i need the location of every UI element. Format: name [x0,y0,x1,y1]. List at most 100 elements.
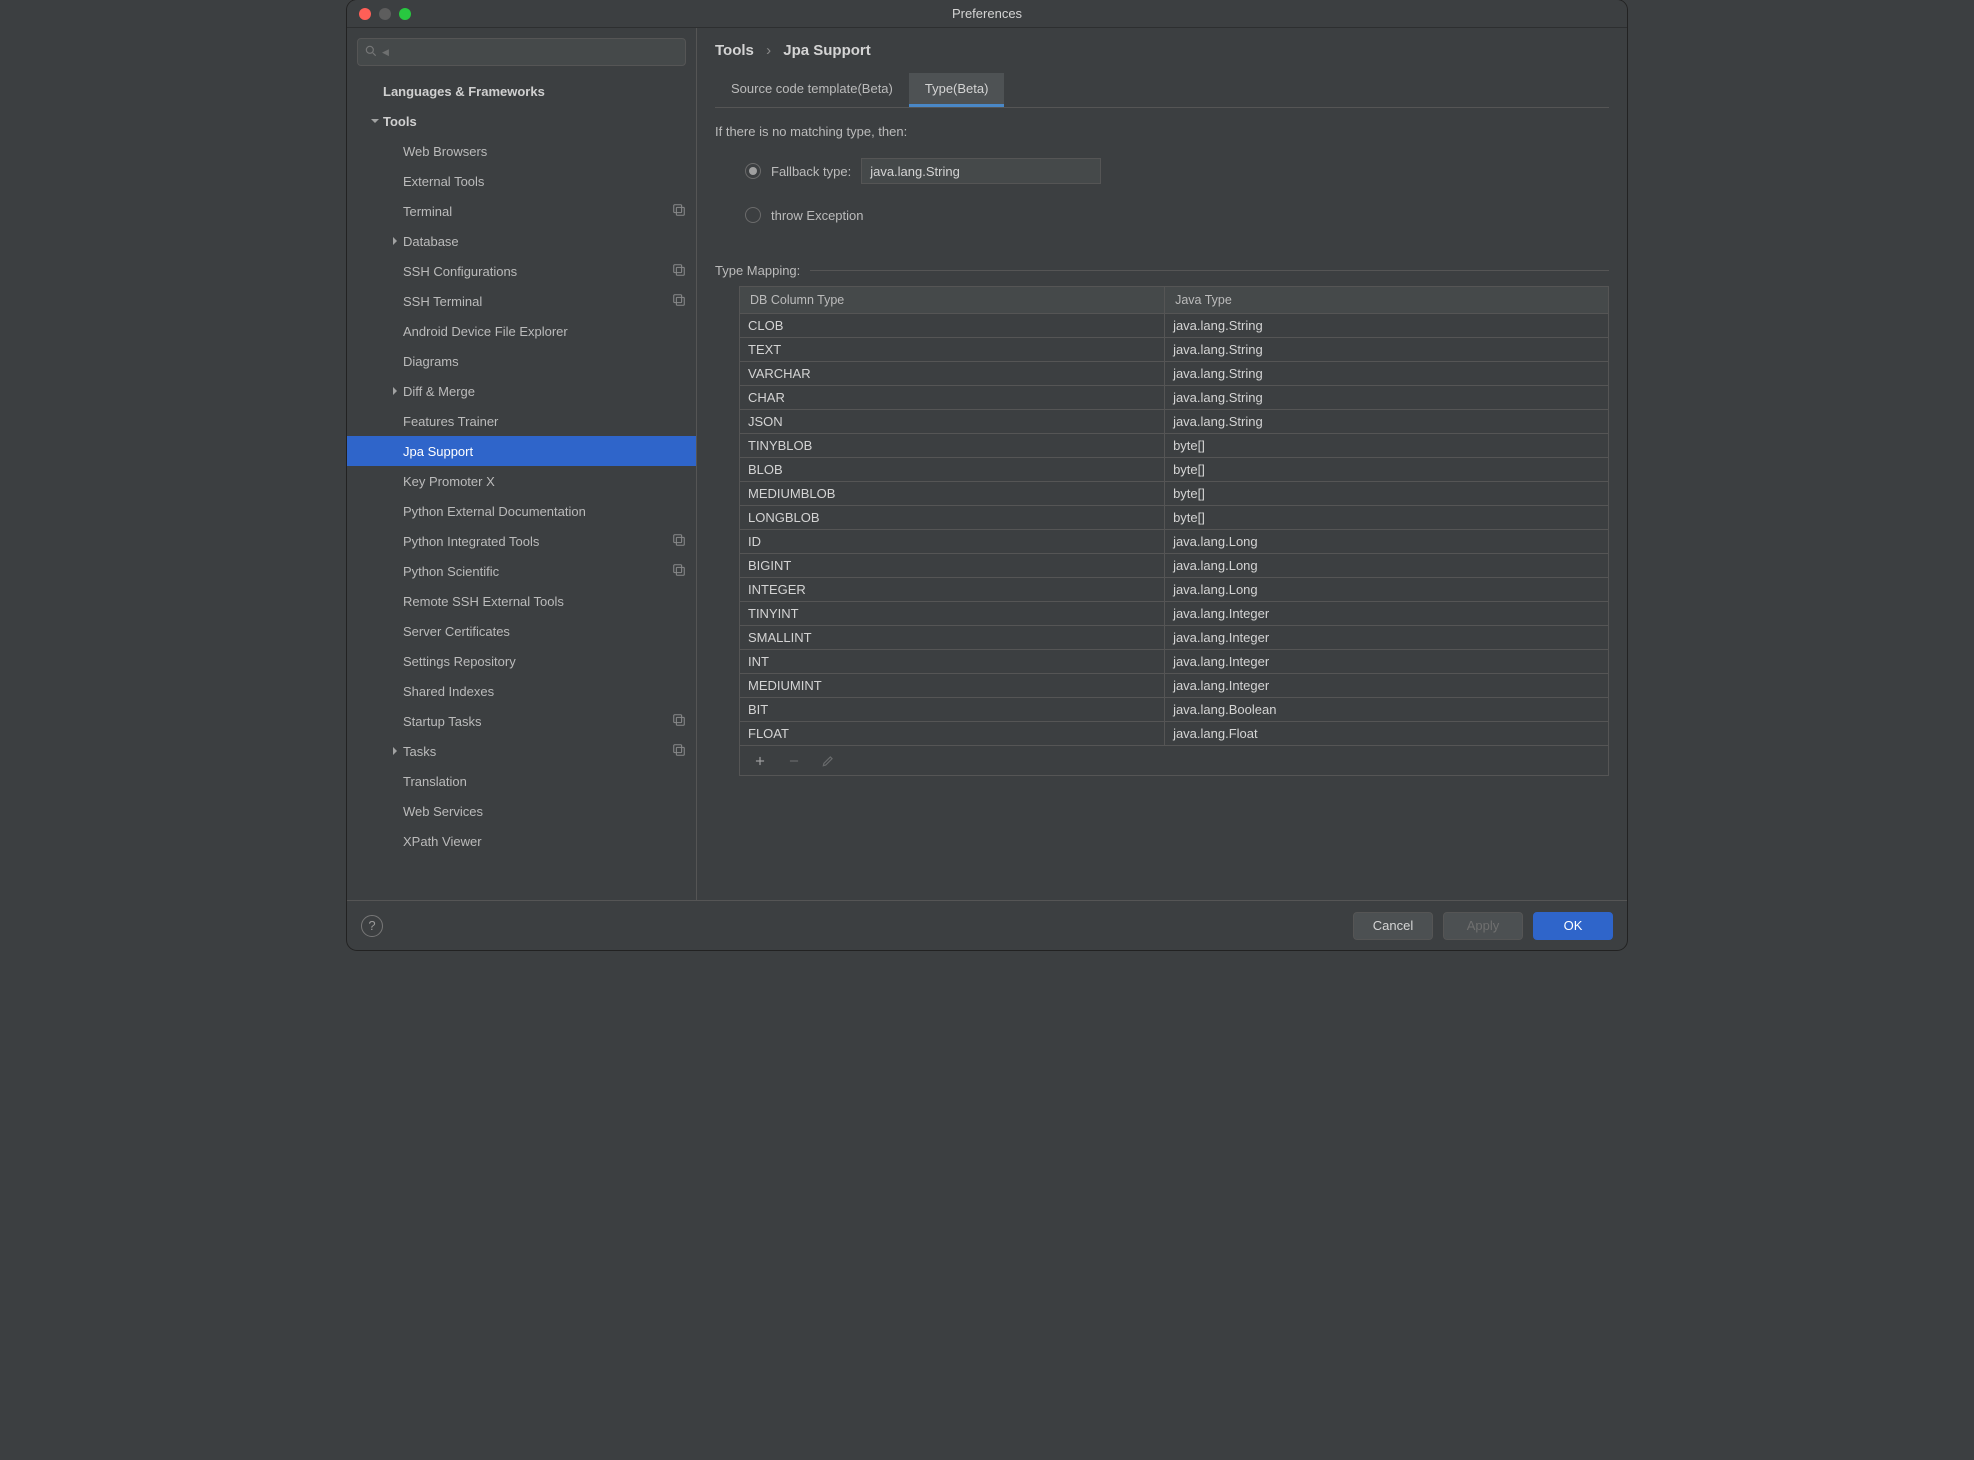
tab-source-code-template-beta-[interactable]: Source code template(Beta) [715,73,909,107]
sidebar-item-python-external-documentation[interactable]: Python External Documentation [347,496,696,526]
fallback-type-option[interactable]: Fallback type: java.lang.String [745,153,1609,189]
sidebar-item-settings-repository[interactable]: Settings Repository [347,646,696,676]
java-type-cell[interactable]: java.lang.String [1165,362,1608,386]
table-row[interactable]: MEDIUMBLOBbyte[] [740,482,1608,506]
java-type-cell[interactable]: byte[] [1165,482,1608,506]
table-row[interactable]: TINYINTjava.lang.Integer [740,602,1608,626]
tab-type-beta-[interactable]: Type(Beta) [909,73,1005,107]
col-db-type[interactable]: DB Column Type [740,287,1165,314]
sidebar-item-web-browsers[interactable]: Web Browsers [347,136,696,166]
java-type-cell[interactable]: java.lang.Integer [1165,602,1608,626]
db-type-cell[interactable]: TEXT [740,338,1165,362]
throw-exception-option[interactable]: throw Exception [745,197,1609,233]
sidebar-item-jpa-support[interactable]: Jpa Support [347,436,696,466]
java-type-cell[interactable]: java.lang.Long [1165,554,1608,578]
sidebar-item-android-device-file-explorer[interactable]: Android Device File Explorer [347,316,696,346]
chevron-right-icon[interactable] [387,386,403,396]
java-type-cell[interactable]: java.lang.Boolean [1165,698,1608,722]
col-java-type[interactable]: Java Type [1165,287,1608,314]
java-type-cell[interactable]: java.lang.Integer [1165,650,1608,674]
radio-icon[interactable] [745,207,761,223]
table-row[interactable]: FLOATjava.lang.Float [740,722,1608,746]
chevron-right-icon[interactable] [387,746,403,756]
table-row[interactable]: IDjava.lang.Long [740,530,1608,554]
java-type-cell[interactable]: java.lang.String [1165,410,1608,434]
radio-icon[interactable] [745,163,761,179]
table-row[interactable]: INTEGERjava.lang.Long [740,578,1608,602]
settings-tree[interactable]: Languages & FrameworksToolsWeb BrowsersE… [347,74,696,900]
db-type-cell[interactable]: INT [740,650,1165,674]
db-type-cell[interactable]: BIGINT [740,554,1165,578]
db-type-cell[interactable]: TINYINT [740,602,1165,626]
table-row[interactable]: LONGBLOBbyte[] [740,506,1608,530]
java-type-cell[interactable]: byte[] [1165,434,1608,458]
search-input[interactable]: ◀ [357,38,686,66]
table-row[interactable]: JSONjava.lang.String [740,410,1608,434]
sidebar-item-shared-indexes[interactable]: Shared Indexes [347,676,696,706]
remove-button[interactable] [786,753,802,769]
table-row[interactable]: VARCHARjava.lang.String [740,362,1608,386]
java-type-cell[interactable]: java.lang.String [1165,338,1608,362]
db-type-cell[interactable]: ID [740,530,1165,554]
sidebar-item-diagrams[interactable]: Diagrams [347,346,696,376]
sidebar-item-database[interactable]: Database [347,226,696,256]
db-type-cell[interactable]: JSON [740,410,1165,434]
sidebar-item-terminal[interactable]: Terminal [347,196,696,226]
edit-button[interactable] [820,753,836,769]
sidebar-item-tasks[interactable]: Tasks [347,736,696,766]
sidebar-item-remote-ssh-external-tools[interactable]: Remote SSH External Tools [347,586,696,616]
java-type-cell[interactable]: byte[] [1165,506,1608,530]
sidebar-item-languages-frameworks[interactable]: Languages & Frameworks [347,76,696,106]
java-type-cell[interactable]: java.lang.Integer [1165,626,1608,650]
db-type-cell[interactable]: SMALLINT [740,626,1165,650]
table-scroll[interactable]: DB Column Type Java Type CLOBjava.lang.S… [740,287,1608,745]
sidebar-item-tools[interactable]: Tools [347,106,696,136]
help-button[interactable]: ? [361,915,383,937]
db-type-cell[interactable]: MEDIUMBLOB [740,482,1165,506]
sidebar-item-python-integrated-tools[interactable]: Python Integrated Tools [347,526,696,556]
add-button[interactable] [752,753,768,769]
apply-button[interactable]: Apply [1443,912,1523,940]
db-type-cell[interactable]: LONGBLOB [740,506,1165,530]
sidebar-item-ssh-configurations[interactable]: SSH Configurations [347,256,696,286]
sidebar-item-startup-tasks[interactable]: Startup Tasks [347,706,696,736]
table-row[interactable]: INTjava.lang.Integer [740,650,1608,674]
sidebar-item-key-promoter-x[interactable]: Key Promoter X [347,466,696,496]
db-type-cell[interactable]: VARCHAR [740,362,1165,386]
table-row[interactable]: TEXTjava.lang.String [740,338,1608,362]
table-row[interactable]: TINYBLOBbyte[] [740,434,1608,458]
db-type-cell[interactable]: CLOB [740,314,1165,338]
table-row[interactable]: BLOBbyte[] [740,458,1608,482]
table-row[interactable]: BITjava.lang.Boolean [740,698,1608,722]
table-row[interactable]: MEDIUMINTjava.lang.Integer [740,674,1608,698]
java-type-cell[interactable]: java.lang.Integer [1165,674,1608,698]
chevron-down-icon[interactable] [367,116,383,126]
db-type-cell[interactable]: BLOB [740,458,1165,482]
sidebar-item-web-services[interactable]: Web Services [347,796,696,826]
db-type-cell[interactable]: MEDIUMINT [740,674,1165,698]
db-type-cell[interactable]: INTEGER [740,578,1165,602]
fallback-type-field[interactable]: java.lang.String [861,158,1101,184]
sidebar-item-python-scientific[interactable]: Python Scientific [347,556,696,586]
table-row[interactable]: CHARjava.lang.String [740,386,1608,410]
db-type-cell[interactable]: FLOAT [740,722,1165,746]
table-row[interactable]: CLOBjava.lang.String [740,314,1608,338]
sidebar-item-xpath-viewer[interactable]: XPath Viewer [347,826,696,856]
db-type-cell[interactable]: TINYBLOB [740,434,1165,458]
table-row[interactable]: SMALLINTjava.lang.Integer [740,626,1608,650]
cancel-button[interactable]: Cancel [1353,912,1433,940]
java-type-cell[interactable]: java.lang.Float [1165,722,1608,746]
sidebar-item-ssh-terminal[interactable]: SSH Terminal [347,286,696,316]
sidebar-item-external-tools[interactable]: External Tools [347,166,696,196]
java-type-cell[interactable]: java.lang.Long [1165,578,1608,602]
java-type-cell[interactable]: java.lang.String [1165,314,1608,338]
sidebar-item-server-certificates[interactable]: Server Certificates [347,616,696,646]
chevron-right-icon[interactable] [387,236,403,246]
sidebar-item-features-trainer[interactable]: Features Trainer [347,406,696,436]
sidebar-item-diff-merge[interactable]: Diff & Merge [347,376,696,406]
table-row[interactable]: BIGINTjava.lang.Long [740,554,1608,578]
java-type-cell[interactable]: java.lang.String [1165,386,1608,410]
java-type-cell[interactable]: java.lang.Long [1165,530,1608,554]
db-type-cell[interactable]: CHAR [740,386,1165,410]
ok-button[interactable]: OK [1533,912,1613,940]
